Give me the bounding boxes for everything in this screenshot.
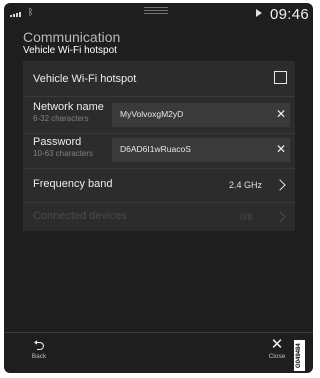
page-subtitle: Vehicle Wi-Fi hotspot [23,45,117,56]
cellular-signal-icon [10,12,21,17]
drag-handle[interactable] [144,7,168,14]
settings-panel: Vehicle Wi-Fi hotspot Network name 6-32 … [23,61,295,231]
play-icon[interactable] [256,9,262,17]
page-title: Communication [23,29,121,45]
connected-devices-value: 0/8 [240,212,253,222]
password-hint: 10-63 characters [33,149,94,158]
network-name-value: MyVolvoxgM2yD [120,109,184,119]
back-button[interactable]: ⮌ Back [24,337,54,360]
image-code-label: G049484 [294,340,305,371]
hotspot-checkbox[interactable] [274,71,287,84]
network-name-field[interactable]: MyVolvoxgM2yD ✕ [112,103,290,127]
divider [23,96,295,97]
frequency-band-label: Frequency band [33,178,113,190]
clear-x-icon[interactable]: ✕ [276,142,286,156]
close-label: Close [268,353,286,360]
close-icon: ✕ [270,336,284,353]
clock: 09:46 [269,6,309,23]
bottom-bar: ⮌ Back ✕ Close [4,332,313,373]
close-button[interactable]: ✕ Close [264,336,290,361]
password-label: Password [33,136,82,148]
screen-frame: ᛒ 09:46 Communication Vehicle Wi-Fi hots… [4,3,313,373]
network-name-label: Network name [33,101,104,113]
status-bar: ᛒ 09:46 [4,3,313,25]
connected-devices-label: Connected devices [33,210,127,222]
bluetooth-icon: ᛒ [28,7,34,17]
connected-devices-row: Connected devices 0/8 [23,201,295,233]
chevron-right-icon [274,179,286,191]
password-value: D6AD6I1wRuacoS [120,144,191,154]
frequency-band-row[interactable]: Frequency band 2.4 GHz [23,169,295,201]
network-name-row: Network name 6-32 characters MyVolvoxgM2… [23,99,295,131]
clear-x-icon[interactable]: ✕ [276,107,286,121]
back-label: Back [31,353,47,360]
password-field[interactable]: D6AD6I1wRuacoS ✕ [112,138,290,162]
chevron-right-icon [274,211,286,223]
network-name-hint: 6-32 characters [33,114,89,123]
password-row: Password 10-63 characters D6AD6I1wRuacoS… [23,134,295,166]
frequency-band-value: 2.4 GHz [229,180,263,190]
hotspot-toggle-row[interactable]: Vehicle Wi-Fi hotspot [23,63,295,95]
back-arrow-icon: ⮌ [33,337,45,353]
hotspot-label: Vehicle Wi-Fi hotspot [33,73,137,85]
